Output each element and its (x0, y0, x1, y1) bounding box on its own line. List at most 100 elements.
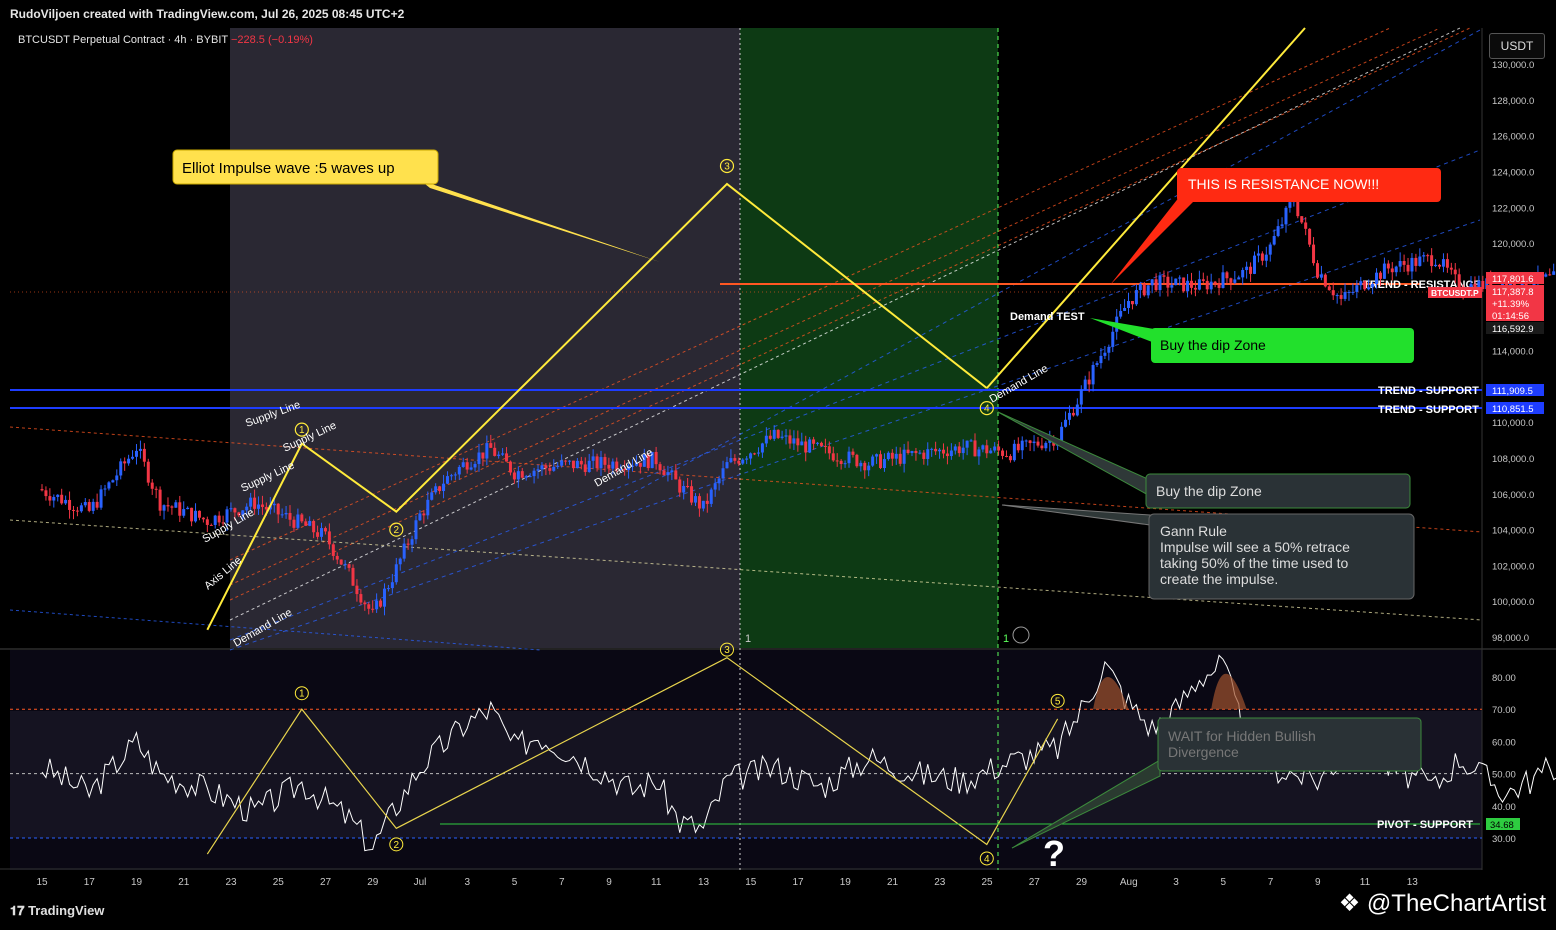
x-axis-tick: 5 (1220, 877, 1226, 888)
candle-body (579, 460, 583, 465)
x-axis-tick: 25 (273, 877, 285, 888)
rsi-wave-label: 1 (299, 689, 305, 700)
candle-body (430, 492, 434, 500)
candle-body (1091, 364, 1095, 385)
symbol-label: BTCUSDT Perpetual Contract · 4h · BYBIT (18, 34, 228, 46)
candle-body (1441, 259, 1445, 267)
candle-body (1315, 263, 1319, 278)
candle-body (1060, 426, 1064, 441)
candle-body (516, 471, 520, 480)
price-axis-tick: 126,000.0 (1492, 132, 1534, 143)
price-axis-tick: 102,000.0 (1492, 561, 1534, 572)
callout-pointer (1090, 318, 1160, 345)
price-axis-tick: 128,000.0 (1492, 96, 1534, 107)
candle-body (280, 514, 284, 516)
candle-body (930, 448, 934, 450)
candle-body (229, 508, 233, 510)
candle-body (48, 496, 52, 501)
candle-body (1300, 216, 1304, 223)
candle-body (894, 453, 898, 459)
candle-body (1371, 283, 1375, 288)
candle-body (709, 489, 713, 504)
callout-pointer (1110, 195, 1200, 285)
symbol-tag-text: BTCUSDT.P (1431, 288, 1479, 298)
candle-body (331, 544, 335, 556)
candle-body (953, 446, 957, 451)
demand-test-label: Demand TEST (1010, 311, 1085, 323)
candle-body (375, 600, 379, 610)
candle-body (926, 449, 930, 459)
price-axis-tick: 114,000.0 (1492, 347, 1534, 358)
tradingview-logo[interactable]: 𝟏𝟕 TradingView (10, 903, 104, 919)
rsi-wave-label: 2 (394, 840, 400, 851)
candle-body (1552, 271, 1556, 275)
candle-body (662, 470, 666, 476)
candle-body (776, 429, 780, 438)
candle-body (304, 521, 308, 526)
candle-body (1347, 291, 1351, 293)
price-axis-tick: 104,000.0 (1492, 526, 1534, 537)
candle-body (174, 502, 178, 508)
candle-body (1067, 412, 1071, 420)
candle-body (1312, 244, 1316, 264)
callout-pointer (1001, 504, 1151, 526)
gann-rule-text: taking 50% of the time used to (1160, 555, 1349, 571)
candle-body (91, 501, 95, 511)
candle-body (1186, 280, 1190, 292)
candle-body (1284, 207, 1288, 225)
candle-body (1205, 280, 1209, 290)
candle-body (1111, 331, 1115, 347)
candle-body (1130, 301, 1134, 305)
rsi-wave-label: 3 (724, 645, 730, 656)
candle-body (1280, 224, 1284, 227)
candle-body (922, 452, 926, 459)
candle-body (347, 564, 351, 568)
candle-body (1064, 419, 1068, 427)
candle-body (1150, 279, 1154, 286)
candle-body (1182, 277, 1186, 292)
candle-body (1107, 346, 1111, 353)
price-label-text: 116,592.9 (1492, 324, 1534, 335)
candle-body (505, 453, 509, 462)
candle-body (1418, 256, 1422, 266)
candle-body (134, 450, 138, 457)
x-axis-tick: 29 (367, 877, 379, 888)
candle-body (827, 446, 831, 454)
candle-body (166, 505, 170, 507)
x-axis-tick: 13 (698, 877, 710, 888)
candle-body (292, 519, 296, 528)
candle-body (142, 448, 146, 462)
wave-point-label: 4 (984, 404, 990, 415)
candle-body (792, 438, 796, 444)
candle-body (1158, 275, 1162, 291)
candle-body (83, 502, 87, 506)
candle-body (1339, 295, 1343, 299)
currency-button[interactable]: USDT (1489, 33, 1545, 59)
x-axis-tick: 17 (792, 877, 804, 888)
candle-body (1438, 264, 1442, 267)
candle-body (1351, 291, 1355, 293)
candle-body (823, 445, 827, 447)
candle-body (796, 438, 800, 446)
candle-body (851, 451, 855, 455)
resistance-callout-text: THIS IS RESISTANCE NOW!!! (1188, 176, 1379, 192)
candle-body (398, 558, 402, 565)
candle-body (1422, 255, 1426, 257)
candle-body (1099, 355, 1103, 364)
candle-body (910, 451, 914, 453)
candle-body (1398, 261, 1402, 267)
support-level-label: TREND - SUPPORT (1378, 385, 1479, 397)
candle-body (532, 470, 536, 477)
candle-body (111, 480, 115, 483)
candle-body (79, 505, 83, 512)
candle-body (867, 465, 871, 471)
candle-body (536, 469, 540, 471)
candle-body (316, 532, 320, 537)
candle-body (875, 454, 879, 457)
wave-point-label: 2 (394, 525, 400, 536)
candle-body (1138, 283, 1142, 291)
chart-canvas[interactable]: 1 1TREND - RESISTANCETREND - SUPPORTTREND… (0, 26, 1556, 896)
wait-callout-text: WAIT for Hidden Bullish (1168, 728, 1316, 744)
candle-body (103, 488, 107, 490)
candle-body (741, 459, 745, 464)
